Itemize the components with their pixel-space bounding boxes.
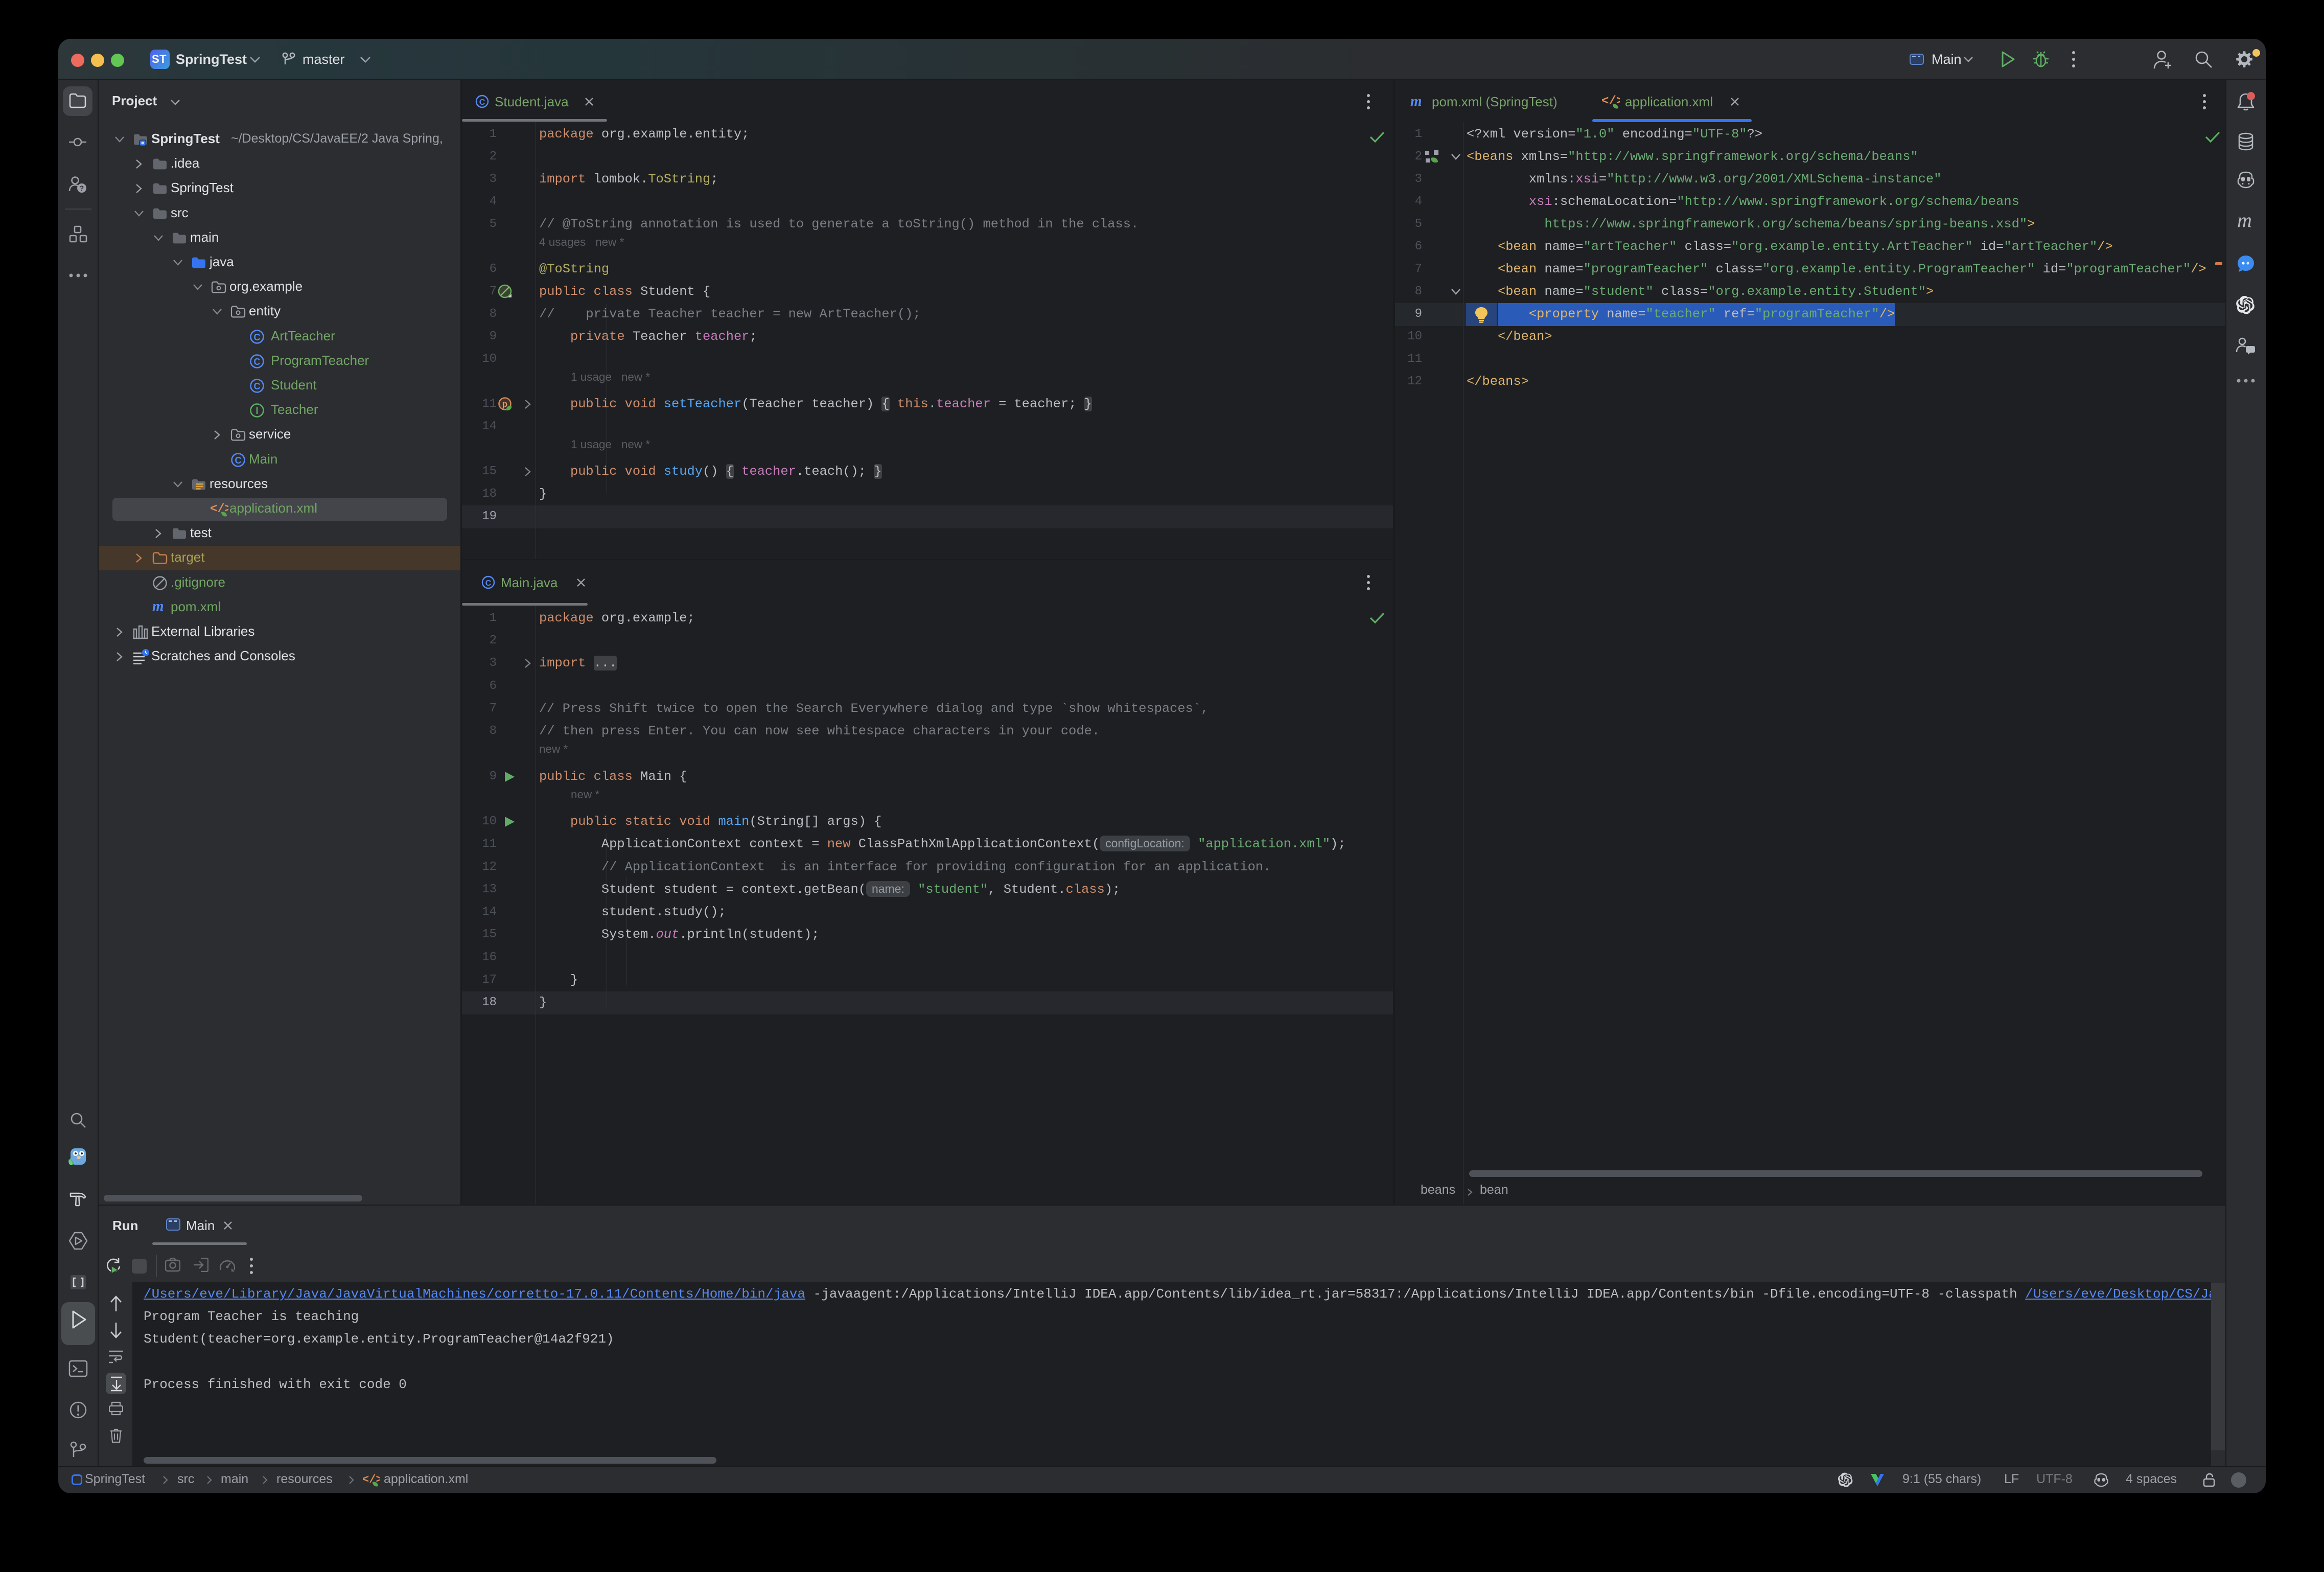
svg-text:I: I bbox=[255, 406, 258, 416]
svg-text:p: p bbox=[502, 399, 507, 409]
svg-text:C: C bbox=[254, 357, 261, 367]
svg-text:C: C bbox=[254, 381, 261, 391]
svg-text:C: C bbox=[479, 98, 485, 107]
svg-text:?: ? bbox=[80, 184, 84, 192]
svg-text:C: C bbox=[254, 332, 261, 342]
svg-text:C: C bbox=[235, 455, 242, 466]
svg-text:C: C bbox=[485, 579, 492, 588]
